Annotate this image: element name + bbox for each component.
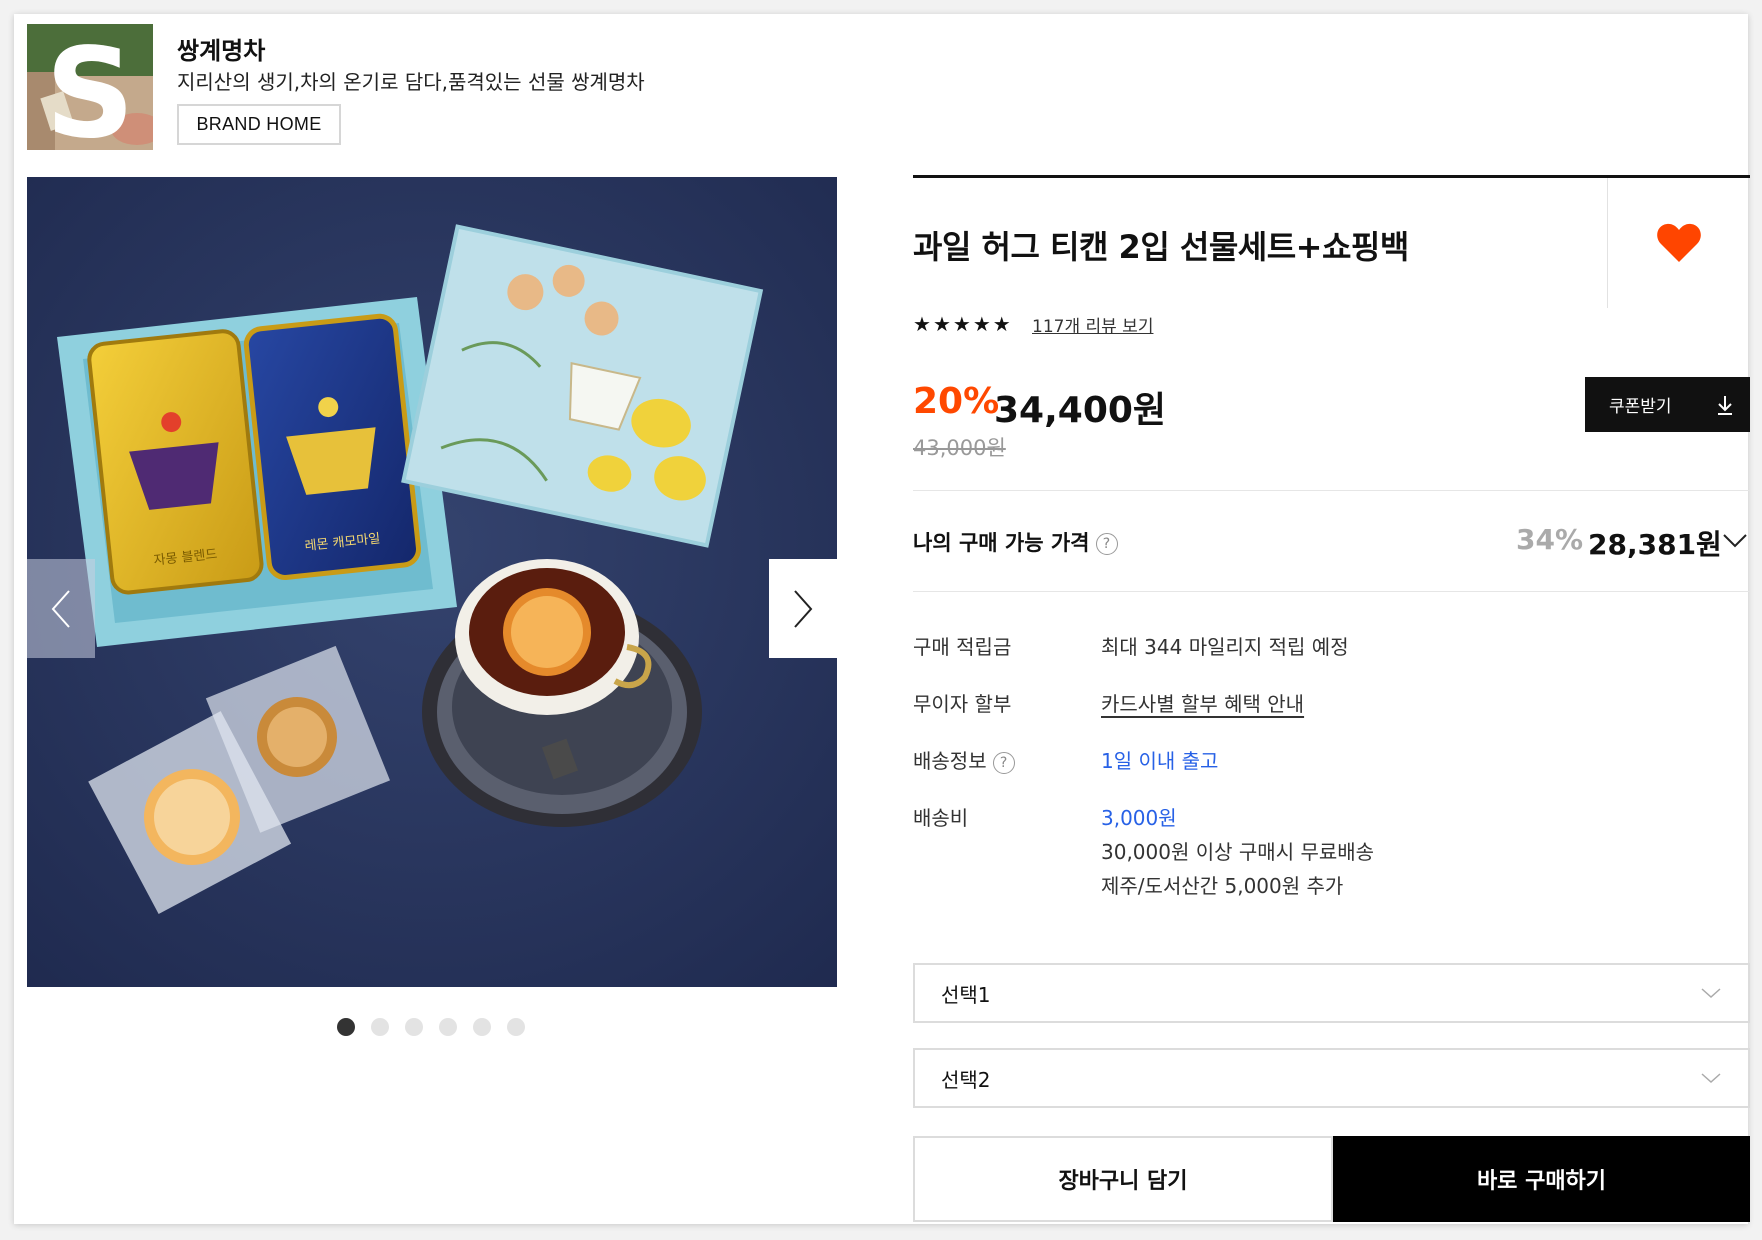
installment-info-link[interactable]: 카드사별 할부 혜택 안내 bbox=[1101, 688, 1304, 717]
gallery-prev-button[interactable] bbox=[27, 559, 95, 658]
divider bbox=[913, 175, 1750, 178]
chevron-down-icon[interactable] bbox=[1722, 533, 1748, 549]
gallery-pagination bbox=[337, 1018, 525, 1036]
info-label-shipping-text: 배송정보 bbox=[913, 749, 987, 773]
product-image: 자몽 블렌드 레몬 캐모마일 bbox=[27, 177, 837, 987]
option-select-label: 선택2 bbox=[941, 1067, 991, 1092]
download-icon bbox=[1718, 395, 1732, 415]
info-label-points: 구매 적립금 bbox=[913, 635, 1012, 659]
shipping-fee-note: 30,000원 이상 구매시 무료배송 bbox=[1101, 840, 1375, 864]
star-icon: ★ bbox=[932, 312, 951, 336]
buy-now-button[interactable]: 바로 구매하기 bbox=[1333, 1136, 1750, 1222]
brand-name: 쌍계명차 bbox=[177, 37, 266, 65]
my-price-percent: 34% bbox=[1516, 523, 1584, 556]
gallery-dot[interactable] bbox=[337, 1018, 355, 1036]
gallery-dot[interactable] bbox=[473, 1018, 491, 1036]
divider bbox=[1607, 178, 1608, 308]
chevron-down-icon bbox=[1701, 988, 1721, 999]
gallery-dot[interactable] bbox=[371, 1018, 389, 1036]
chevron-left-icon bbox=[51, 589, 70, 628]
chevron-right-icon bbox=[794, 589, 813, 628]
discount-rate: 20% bbox=[913, 381, 1000, 422]
help-icon[interactable]: ? bbox=[1095, 533, 1118, 555]
gallery-dot[interactable] bbox=[507, 1018, 525, 1036]
coupon-button-label: 쿠폰받기 bbox=[1609, 397, 1672, 417]
option-select-label: 선택1 bbox=[941, 982, 991, 1007]
shipping-info-value: 1일 이내 출고 bbox=[1101, 749, 1219, 773]
star-icon: ★ bbox=[913, 312, 931, 336]
rating-stars: ★ ★ ★ ★ ★ bbox=[913, 314, 1011, 334]
my-price-value: 28,381원 bbox=[1588, 528, 1722, 561]
divider bbox=[913, 490, 1750, 491]
divider bbox=[913, 591, 1750, 592]
info-label-installment: 무이자 할부 bbox=[913, 692, 1012, 716]
info-label-shipping: 배송정보? bbox=[913, 745, 1015, 774]
svg-text:S: S bbox=[45, 24, 134, 150]
help-icon[interactable]: ? bbox=[992, 751, 1015, 774]
gallery-dot[interactable] bbox=[405, 1018, 423, 1036]
brand-description: 지리산의 생기,차의 온기로 담다,품격있는 선물 쌍계명차 bbox=[177, 70, 645, 94]
info-value-points: 최대 344 마일리지 적립 예정 bbox=[1101, 635, 1349, 659]
brand-home-button[interactable]: BRAND HOME bbox=[177, 104, 341, 145]
add-to-cart-button[interactable]: 장바구니 담기 bbox=[913, 1136, 1333, 1222]
star-icon: ★ bbox=[952, 312, 971, 336]
info-label-shipping-fee: 배송비 bbox=[913, 806, 969, 830]
wishlist-heart-icon[interactable] bbox=[1656, 222, 1702, 264]
option-select-1[interactable]: 선택1 bbox=[913, 963, 1750, 1023]
coupon-button[interactable]: 쿠폰받기 bbox=[1585, 377, 1750, 432]
star-icon: ★ bbox=[972, 312, 991, 336]
option-select-2[interactable]: 선택2 bbox=[913, 1048, 1750, 1108]
review-link[interactable]: 117개 리뷰 보기 bbox=[1032, 312, 1153, 337]
my-price-label-text: 나의 구매 가능 가격 bbox=[913, 531, 1090, 555]
brand-logo[interactable]: S bbox=[27, 24, 153, 150]
star-icon: ★ bbox=[992, 312, 1011, 336]
chevron-down-icon bbox=[1701, 1073, 1721, 1084]
sale-price: 34,400원 bbox=[994, 390, 1167, 431]
original-price: 43,000원 bbox=[913, 436, 1006, 460]
my-price-label: 나의 구매 가능 가격? bbox=[913, 527, 1118, 557]
gallery-next-button[interactable] bbox=[769, 559, 837, 658]
shipping-fee-note: 제주/도서산간 5,000원 추가 bbox=[1101, 874, 1344, 898]
shipping-fee-value: 3,000원 bbox=[1101, 806, 1177, 830]
gallery-dot[interactable] bbox=[439, 1018, 457, 1036]
product-title: 과일 허그 티캔 2입 선물세트+쇼핑백 bbox=[913, 228, 1409, 266]
